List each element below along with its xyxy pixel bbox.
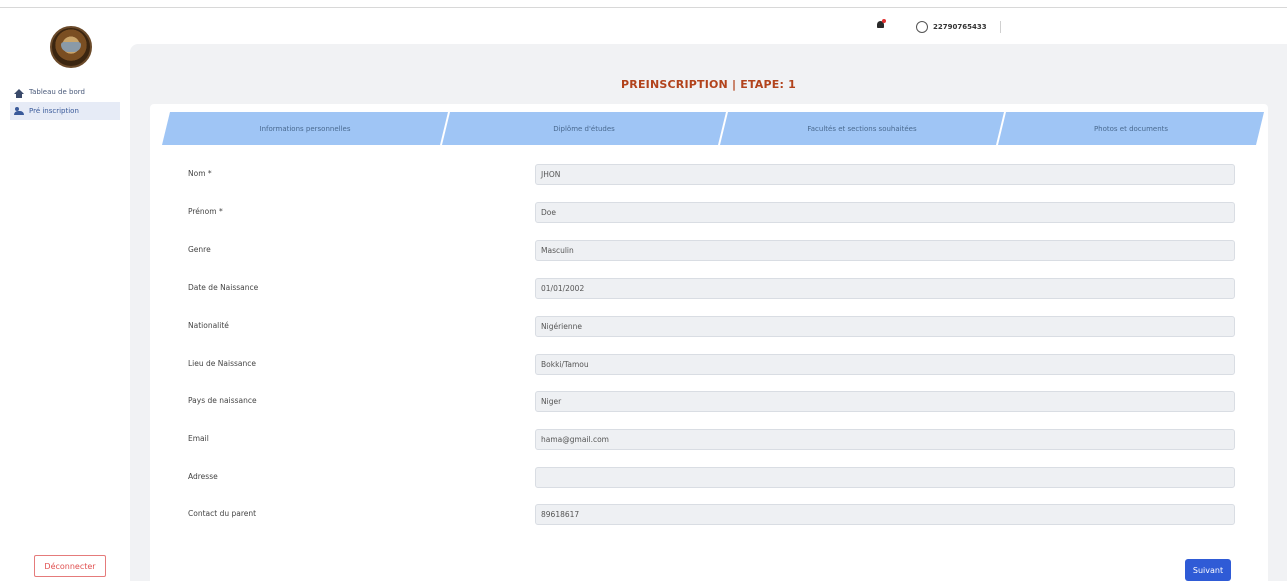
step-tabs: Informations personnelles Diplôme d'étud… [162, 112, 1256, 145]
pays-naissance-field[interactable]: Niger [535, 391, 1235, 412]
prenom-label: Prénom * [188, 207, 223, 216]
form-row-date-naissance: Date de Naissance 01/01/2002 [150, 278, 1268, 300]
pays-naissance-label: Pays de naissance [188, 396, 257, 405]
form-row-pays-naissance: Pays de naissance Niger [150, 391, 1268, 413]
step-faculties[interactable]: Facultés et sections souhaitées [720, 112, 1004, 145]
page-title: PREINSCRIPTION | ETAPE: 1 [621, 78, 796, 91]
contact-parent-field[interactable]: 89618617 [535, 504, 1235, 525]
user-phone: 22790765433 [933, 23, 987, 31]
step-diploma[interactable]: Diplôme d'études [442, 112, 726, 145]
nationalite-label: Nationalité [188, 321, 229, 330]
form-row-email: Email hama@gmail.com [150, 429, 1268, 451]
form-row-adresse: Adresse [150, 467, 1268, 489]
lieu-naissance-field[interactable]: Bokki/Tamou [535, 354, 1235, 375]
top-divider [0, 7, 1287, 8]
form-row-nationalite: Nationalité Nigérienne [150, 316, 1268, 338]
form-card: Informations personnelles Diplôme d'étud… [150, 104, 1268, 581]
logout-button[interactable]: Déconnecter [34, 555, 106, 577]
university-logo [50, 26, 92, 68]
nom-field[interactable]: JHON [535, 164, 1235, 185]
logo-emblem [61, 42, 81, 52]
nom-label: Nom * [188, 169, 212, 178]
adresse-field[interactable] [535, 467, 1235, 488]
sidebar-item-preinscription[interactable]: Pré inscription [10, 102, 120, 120]
prenom-field[interactable]: Doe [535, 202, 1235, 223]
adresse-label: Adresse [188, 472, 218, 481]
user-menu[interactable]: 22790765433 [916, 20, 1001, 34]
email-label: Email [188, 434, 209, 443]
lieu-naissance-label: Lieu de Naissance [188, 359, 256, 368]
genre-field[interactable]: Masculin [535, 240, 1235, 261]
form-row-nom: Nom * JHON [150, 164, 1268, 186]
step-photos-documents[interactable]: Photos et documents [998, 112, 1264, 145]
user-divider [999, 21, 1001, 33]
sidebar-item-dashboard[interactable]: Tableau de bord [10, 83, 120, 101]
sidebar: Tableau de bord Pré inscription [0, 8, 130, 581]
user-avatar-icon [916, 21, 928, 33]
step-personal-info[interactable]: Informations personnelles [162, 112, 448, 145]
home-icon [14, 88, 24, 98]
sidebar-item-label: Tableau de bord [29, 88, 85, 96]
notification-dot [882, 19, 886, 23]
sidebar-item-label: Pré inscription [29, 107, 79, 115]
next-button[interactable]: Suivant [1185, 559, 1231, 581]
form-row-genre: Genre Masculin [150, 240, 1268, 262]
contact-parent-label: Contact du parent [188, 509, 257, 518]
genre-label: Genre [188, 245, 211, 254]
date-naissance-label: Date de Naissance [188, 283, 259, 292]
notification-bell-icon[interactable] [876, 19, 886, 30]
form-row-prenom: Prénom * Doe [150, 202, 1268, 224]
main-panel: PREINSCRIPTION | ETAPE: 1 Informations p… [130, 44, 1287, 581]
email-field[interactable]: hama@gmail.com [535, 429, 1235, 450]
form-row-contact-parent: Contact du parent 89618617 [150, 504, 1268, 526]
nationalite-field[interactable]: Nigérienne [535, 316, 1235, 337]
date-naissance-field[interactable]: 01/01/2002 [535, 278, 1235, 299]
users-icon [14, 106, 24, 116]
form-row-lieu-naissance: Lieu de Naissance Bokki/Tamou [150, 354, 1268, 376]
